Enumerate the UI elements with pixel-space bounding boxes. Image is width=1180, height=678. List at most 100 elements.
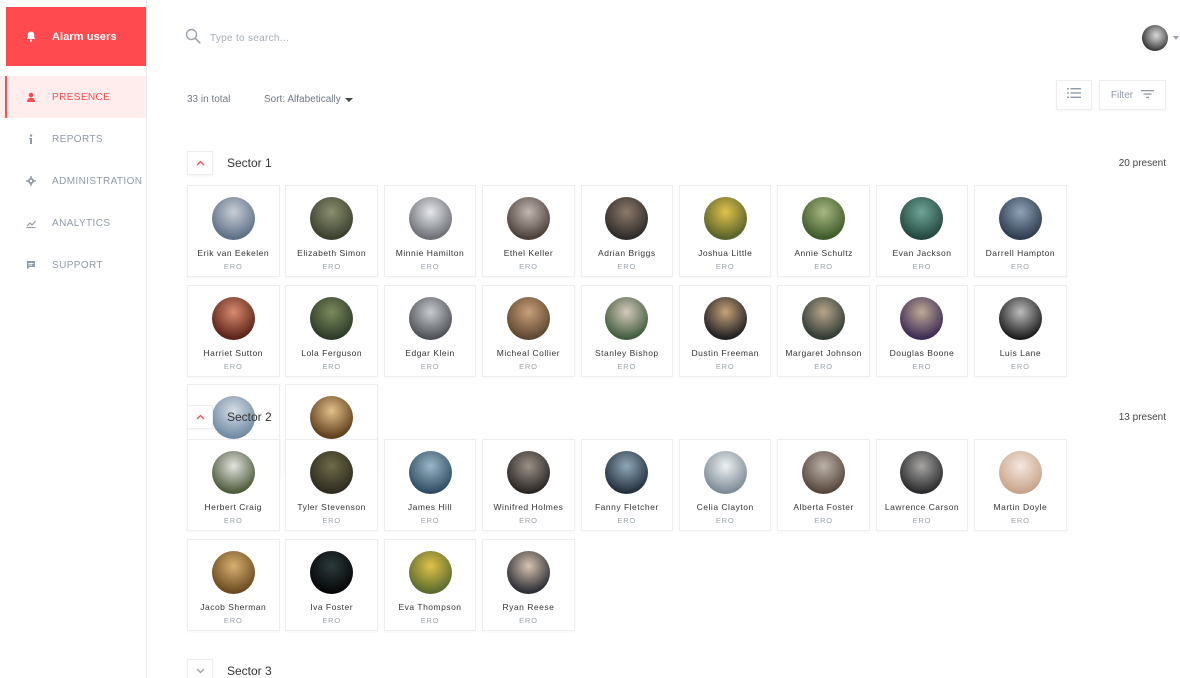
- person-role: ERO: [617, 262, 637, 271]
- person-role: ERO: [715, 516, 735, 525]
- person-card[interactable]: Minnie Hamilton ERO: [383, 185, 477, 277]
- avatar: [703, 197, 747, 240]
- filter-label: Filter: [1110, 89, 1134, 101]
- person-name: Iva Foster: [310, 601, 354, 612]
- person-name: Fanny Fletcher: [594, 502, 659, 512]
- person-card[interactable]: Evan Jackson ERO: [875, 185, 969, 277]
- sector-count: 13 present: [1118, 411, 1166, 423]
- chevron-up-icon: [196, 414, 204, 420]
- person-card[interactable]: Iva Foster ERO: [285, 538, 378, 631]
- person-card[interactable]: Darrell Hampton ERO: [974, 185, 1067, 277]
- list-icon: [1067, 86, 1081, 104]
- avatar: [998, 296, 1042, 340]
- person-card[interactable]: Dustin Freeman ERO: [678, 284, 772, 377]
- user-icon: [25, 92, 36, 103]
- sidebar-item-administration[interactable]: ADMINISTRATION: [0, 160, 146, 202]
- person-role: ERO: [814, 361, 833, 371]
- avatar: [605, 296, 649, 340]
- person-role: ERO: [322, 615, 341, 625]
- sidebar-item-support[interactable]: SUPPORT: [0, 244, 146, 286]
- person-role: ERO: [223, 361, 243, 371]
- person-name: Ryan Reese: [502, 601, 555, 612]
- person-role: ERO: [420, 361, 440, 371]
- person-card[interactable]: Erik van Eekelen ERO: [187, 185, 280, 277]
- person-card[interactable]: Eva Thompson ERO: [383, 538, 477, 631]
- person-role: ERO: [420, 516, 440, 525]
- chevron-down-icon[interactable]: [1173, 36, 1179, 40]
- person-card[interactable]: Adrian Briggs ERO: [580, 185, 674, 277]
- filter-button[interactable]: Filter: [1099, 80, 1166, 110]
- sector-header: Sector 3: [187, 659, 1166, 678]
- person-name: Lola Ferguson: [301, 347, 363, 358]
- person-card[interactable]: Martin Doyle ERO: [974, 439, 1067, 531]
- gear-icon: [25, 176, 36, 187]
- person-name: Jacob Sherman: [200, 601, 267, 612]
- person-role: ERO: [519, 262, 538, 271]
- person-card[interactable]: Douglas Boone ERO: [875, 284, 969, 377]
- avatar: [802, 296, 846, 340]
- brand-header[interactable]: Alarm users: [6, 7, 146, 66]
- person-card[interactable]: Alberta Foster ERO: [777, 439, 870, 531]
- person-name: Erik van Eekelen: [197, 248, 270, 258]
- list-view-button[interactable]: [1056, 80, 1092, 110]
- person-card[interactable]: Micheal Collier ERO: [482, 284, 575, 377]
- person-card[interactable]: Celia Clayton ERO: [678, 439, 772, 531]
- person-role: ERO: [223, 262, 243, 271]
- person-name: Micheal Collier: [496, 347, 561, 358]
- person-card[interactable]: Edgar Klein ERO: [383, 284, 477, 377]
- avatar: [211, 550, 255, 594]
- person-name: Douglas Boone: [889, 347, 955, 358]
- person-name: Darrell Hampton: [985, 248, 1056, 258]
- person-name: Lawrence Carson: [884, 502, 960, 512]
- person-name: Joshua Little: [698, 248, 753, 258]
- person-role: ERO: [223, 516, 243, 525]
- person-card[interactable]: Lola Ferguson ERO: [285, 284, 378, 377]
- sector-title: Sector 2: [227, 410, 272, 424]
- avatar: [310, 451, 354, 494]
- search-icon[interactable]: [185, 28, 201, 49]
- person-card[interactable]: Jacob Sherman ERO: [187, 538, 280, 631]
- person-role: ERO: [519, 361, 538, 371]
- collapse-toggle[interactable]: [187, 151, 213, 175]
- person-role: ERO: [912, 361, 932, 371]
- person-card[interactable]: Tyler Stevenson ERO: [285, 439, 378, 531]
- person-name: Luis Lane: [999, 347, 1042, 358]
- caret-down-icon: [344, 97, 353, 102]
- person-role: ERO: [223, 615, 243, 625]
- person-card[interactable]: James Hill ERO: [383, 439, 477, 531]
- total-count: 33 in total: [187, 94, 231, 105]
- avatar: [211, 296, 255, 340]
- person-role: ERO: [814, 516, 833, 525]
- sidebar-item-analytics[interactable]: ANALYTICS: [0, 202, 146, 244]
- expand-toggle[interactable]: [187, 659, 213, 678]
- sidebar-item-reports[interactable]: REPORTS: [0, 118, 146, 160]
- person-card[interactable]: Lawrence Carson ERO: [875, 439, 969, 531]
- person-name: Tyler Stevenson: [297, 502, 366, 512]
- person-name: Ethel Keller: [503, 248, 554, 258]
- person-name: Herbert Craig: [204, 502, 263, 512]
- person-card[interactable]: Winifred Holmes ERO: [482, 439, 575, 531]
- person-name: Minnie Hamilton: [395, 248, 465, 258]
- sort-label: Sort: Alfabetically: [264, 94, 341, 105]
- person-card[interactable]: Annie Schultz ERO: [777, 185, 870, 277]
- person-card[interactable]: Elizabeth Simon ERO: [285, 185, 378, 277]
- avatar: [506, 296, 550, 340]
- person-card[interactable]: Luis Lane ERO: [974, 284, 1067, 377]
- person-card[interactable]: Fanny Fletcher ERO: [580, 439, 674, 531]
- person-card[interactable]: Joshua Little ERO: [678, 185, 772, 277]
- chevron-down-icon: [196, 668, 204, 674]
- person-card[interactable]: Ryan Reese ERO: [482, 538, 575, 631]
- person-card[interactable]: Herbert Craig ERO: [187, 439, 280, 531]
- search-bar: [185, 28, 410, 49]
- user-avatar[interactable]: [1142, 25, 1168, 51]
- avatar: [506, 197, 550, 240]
- collapse-toggle[interactable]: [187, 405, 213, 429]
- avatar: [506, 451, 550, 494]
- sort-dropdown[interactable]: Sort: Alfabetically: [264, 94, 353, 105]
- sidebar-item-presence[interactable]: PRESENCE: [0, 76, 146, 118]
- person-card[interactable]: Margaret Johnson ERO: [777, 284, 870, 377]
- person-card[interactable]: Stanley Bishop ERO: [580, 284, 674, 377]
- person-card[interactable]: Harriet Sutton ERO: [187, 284, 280, 377]
- search-input[interactable]: [210, 33, 410, 44]
- person-card[interactable]: Ethel Keller ERO: [482, 185, 575, 277]
